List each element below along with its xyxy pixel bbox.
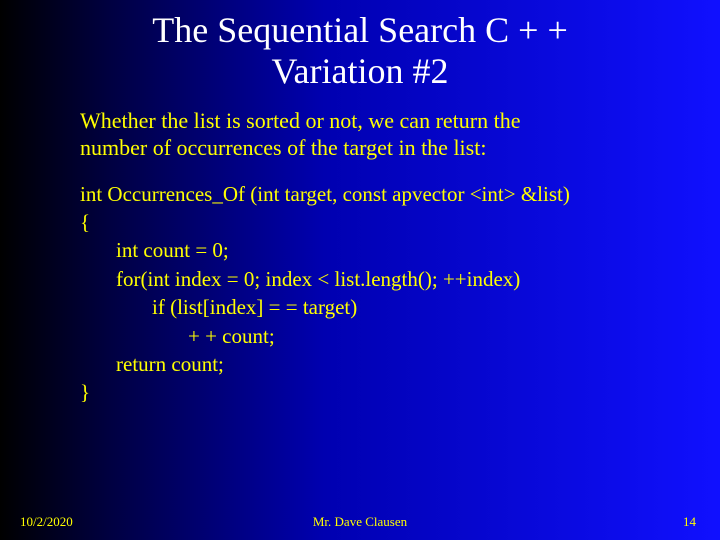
title-line-1: The Sequential Search C + + (152, 10, 568, 50)
intro-line-1: Whether the list is sorted or not, we ca… (80, 108, 520, 133)
slide-title: The Sequential Search C + + Variation #2 (0, 0, 720, 93)
code-signature: int Occurrences_Of (int target, const ap… (80, 180, 720, 208)
code-block: int Occurrences_Of (int target, const ap… (80, 180, 720, 407)
code-line-increment: + + count; (80, 322, 720, 350)
code-line-count-decl: int count = 0; (80, 236, 720, 264)
title-line-2: Variation #2 (272, 51, 449, 91)
code-line-for: for(int index = 0; index < list.length()… (80, 265, 720, 293)
footer-page-number: 14 (683, 514, 696, 530)
code-close-brace: } (80, 378, 720, 406)
intro-text: Whether the list is sorted or not, we ca… (80, 107, 640, 162)
code-line-return: return count; (80, 350, 720, 378)
footer-author: Mr. Dave Clausen (0, 514, 720, 530)
intro-line-2: number of occurrences of the target in t… (80, 135, 486, 160)
code-line-if: if (list[index] = = target) (80, 293, 720, 321)
code-open-brace: { (80, 208, 720, 236)
